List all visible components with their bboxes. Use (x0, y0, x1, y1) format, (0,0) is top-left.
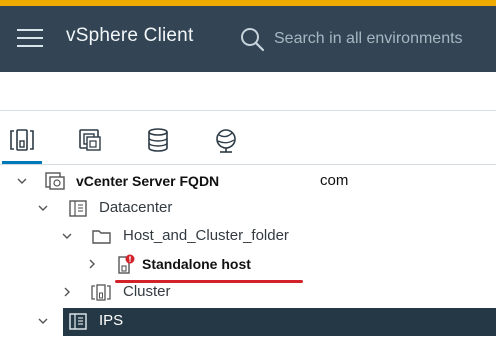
cluster-icon (91, 284, 111, 301)
tree-node-standalone-host[interactable]: Standalone host (0, 251, 496, 279)
tree-label-cluster[interactable]: Cluster (123, 283, 171, 300)
tree-node-vcenter[interactable]: vCenter Server FQDN com (0, 168, 496, 196)
tree-label-ips[interactable]: IPS (99, 312, 123, 329)
tree-label-standalone-host[interactable]: Standalone host (142, 256, 251, 272)
tree-label-vcenter[interactable]: vCenter Server FQDN (76, 173, 219, 189)
inventory-view-tabs (0, 120, 496, 165)
chevron-down-icon[interactable] (16, 175, 28, 187)
selected-row-highlight (63, 308, 496, 336)
chevron-down-icon[interactable] (37, 202, 49, 214)
tree-node-folder[interactable]: Host_and_Cluster_folder (0, 223, 496, 251)
global-search[interactable] (236, 22, 496, 56)
tab-vms-and-templates[interactable] (70, 126, 110, 158)
tab-networking[interactable] (206, 126, 246, 158)
tree-label-vcenter-suffix: com (320, 172, 349, 189)
chevron-right-icon[interactable] (61, 286, 73, 298)
app-header: vSphere Client (0, 6, 496, 72)
host-alert-icon (118, 254, 135, 274)
content-toolbar-area (0, 72, 496, 111)
database-icon (148, 128, 168, 152)
tab-hosts-and-clusters[interactable] (2, 126, 42, 164)
annotation-underline (115, 280, 303, 283)
inventory-tree: vCenter Server FQDN com Datacenter Host_… (0, 166, 496, 337)
vms-templates-icon (79, 129, 101, 151)
vcenter-icon (45, 172, 65, 190)
tree-label-datacenter[interactable]: Datacenter (99, 199, 172, 216)
tab-storage[interactable] (138, 126, 178, 158)
tree-label-folder[interactable]: Host_and_Cluster_folder (123, 227, 289, 244)
hosts-clusters-icon (10, 129, 34, 151)
search-input[interactable] (274, 26, 496, 52)
search-icon[interactable] (238, 25, 266, 53)
tree-node-datacenter[interactable]: Datacenter (0, 195, 496, 223)
datacenter-icon (69, 200, 87, 217)
app-title: vSphere Client (66, 25, 194, 46)
tree-node-cluster[interactable]: Cluster (0, 279, 496, 307)
folder-icon (92, 230, 111, 244)
hamburger-menu-icon[interactable] (17, 27, 45, 51)
chevron-right-icon[interactable] (86, 258, 98, 270)
network-globe-icon (216, 129, 236, 153)
chevron-down-icon[interactable] (61, 230, 73, 242)
vsphere-client-window: vSphere Client Search in all environment… (0, 0, 496, 337)
chevron-down-icon[interactable] (37, 315, 49, 327)
tree-node-ips[interactable]: IPS (0, 308, 496, 336)
datacenter-icon (69, 313, 87, 330)
